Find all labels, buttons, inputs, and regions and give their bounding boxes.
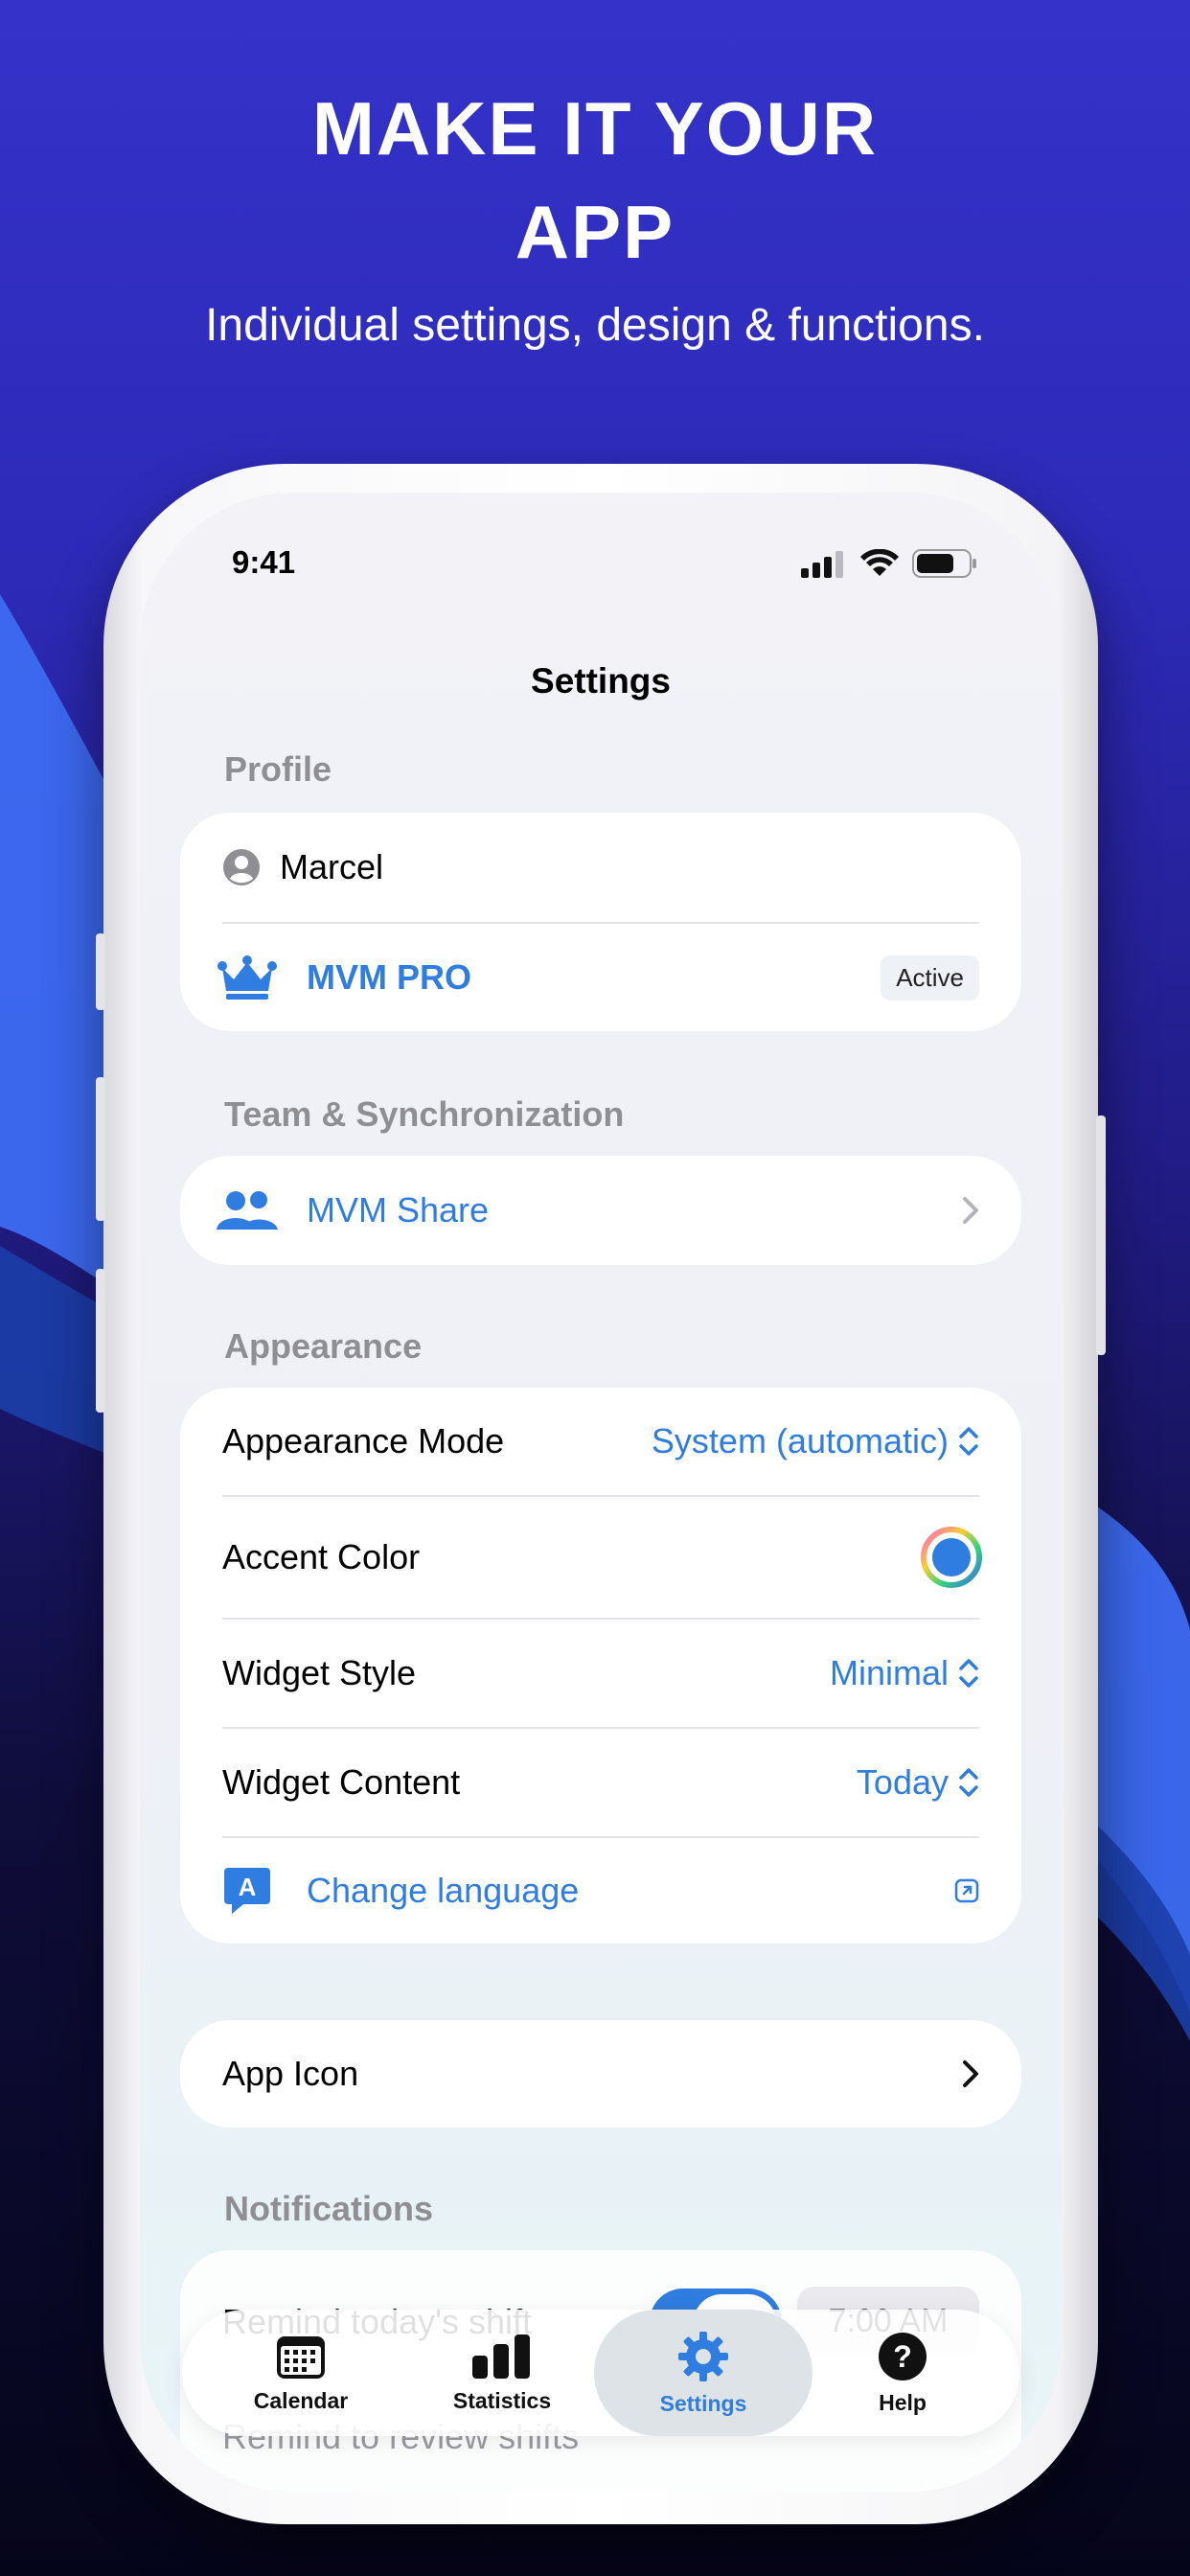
- pro-label: MVM PRO: [307, 957, 472, 997]
- tab-label-statistics: Statistics: [452, 2387, 552, 2413]
- appearance-mode-label: Appearance Mode: [222, 1421, 505, 1460]
- appearance-mode-row[interactable]: Appearance Mode System (automatic): [180, 1388, 1021, 1495]
- hero-title-line1: MAKE IT YOUR: [311, 86, 879, 171]
- language-icon: A: [224, 1868, 270, 1914]
- question-icon: ?: [879, 2332, 927, 2380]
- signal-icon: [801, 551, 843, 578]
- status-badge: Active: [881, 954, 979, 1000]
- change-language-row[interactable]: A Change language: [180, 1838, 1021, 1944]
- widget-style-select[interactable]: Minimal: [830, 1653, 979, 1693]
- status-time: 9:41: [232, 544, 296, 580]
- change-language-label: Change language: [307, 1871, 580, 1910]
- widget-style-row[interactable]: Widget Style Minimal: [180, 1620, 1021, 1727]
- profile-user-row[interactable]: Marcel: [180, 813, 1021, 922]
- tab-label-settings: Settings: [659, 2390, 747, 2416]
- chevron-right-icon: [963, 1197, 978, 1224]
- hero-title-line2: APP: [515, 190, 675, 274]
- tab-label-calendar: Calendar: [253, 2387, 349, 2413]
- person-circle-icon: [223, 849, 260, 886]
- side-button-mute: [96, 933, 105, 1010]
- section-label-profile: Profile: [224, 749, 332, 789]
- chevron-up-down-icon: [959, 1768, 978, 1797]
- team-card: MVM Share: [180, 1156, 1021, 1265]
- widget-content-value: Today: [856, 1762, 949, 1802]
- appearance-mode-value: System (automatic): [651, 1421, 949, 1460]
- people-icon: [217, 1191, 278, 1230]
- tab-calendar[interactable]: Calendar: [205, 2310, 397, 2436]
- svg-text:?: ?: [893, 2339, 912, 2374]
- appearance-mode-select[interactable]: System (automatic): [652, 1421, 979, 1461]
- app-icon-label: App Icon: [222, 2054, 359, 2093]
- app-icon-row[interactable]: App Icon: [180, 2020, 1021, 2128]
- svg-text:A: A: [239, 1873, 257, 1901]
- widget-style-value: Minimal: [829, 1653, 949, 1692]
- wifi-icon: [860, 549, 899, 576]
- crown-icon: [217, 955, 277, 1000]
- tab-settings[interactable]: Settings: [594, 2310, 812, 2436]
- phone-frame: 9:41 Settings Profile Marcel MVM PRO Act…: [96, 464, 1106, 2524]
- tab-bar: Calendar Statistics Settings ? Help: [182, 2310, 1019, 2436]
- calendar-icon: [277, 2335, 325, 2379]
- section-label-team: Team & Synchronization: [224, 1094, 625, 1134]
- pro-row[interactable]: MVM PRO Active: [180, 924, 1021, 1031]
- appearance-card: Appearance Mode System (automatic) Accen…: [180, 1388, 1021, 1944]
- accent-color-row[interactable]: Accent Color: [180, 1497, 1021, 1618]
- status-icons: [801, 548, 979, 579]
- widget-content-select[interactable]: Today: [857, 1762, 979, 1803]
- phone-screen: 9:41 Settings Profile Marcel MVM PRO Act…: [140, 493, 1062, 2492]
- side-button-volume-up: [96, 1077, 105, 1221]
- external-link-icon: [954, 1878, 979, 1903]
- side-button-volume-down: [96, 1269, 105, 1413]
- hero-subtitle: Individual settings, design & functions.: [205, 300, 985, 351]
- app-icon-card: App Icon: [180, 2020, 1021, 2128]
- hero-title: MAKE IT YOUR APP: [0, 77, 1190, 284]
- section-label-notifications: Notifications: [224, 2189, 434, 2228]
- widget-style-label: Widget Style: [222, 1653, 417, 1692]
- mvm-share-label: MVM Share: [307, 1190, 490, 1230]
- profile-card: Marcel MVM PRO Active: [180, 813, 1021, 1031]
- accent-color-label: Accent Color: [222, 1537, 421, 1576]
- chevron-right-icon: [963, 2060, 978, 2087]
- tab-help[interactable]: ? Help: [807, 2310, 998, 2436]
- profile-user-name: Marcel: [280, 847, 384, 886]
- page-title: Settings: [531, 661, 671, 701]
- section-label-appearance: Appearance: [224, 1326, 423, 1366]
- chevron-up-down-icon: [959, 1427, 978, 1456]
- mvm-share-row[interactable]: MVM Share: [180, 1156, 1021, 1265]
- tab-label-help: Help: [879, 2389, 927, 2415]
- chevron-up-down-icon: [959, 1659, 978, 1688]
- widget-content-label: Widget Content: [222, 1762, 461, 1802]
- tab-statistics[interactable]: Statistics: [406, 2310, 598, 2436]
- accent-color-swatch-icon[interactable]: [920, 1526, 983, 1589]
- gear-icon: [678, 2331, 728, 2381]
- battery-icon: [912, 549, 976, 578]
- widget-content-row[interactable]: Widget Content Today: [180, 1729, 1021, 1836]
- bar-chart-icon: [472, 2334, 530, 2379]
- side-button-power: [1096, 1116, 1106, 1355]
